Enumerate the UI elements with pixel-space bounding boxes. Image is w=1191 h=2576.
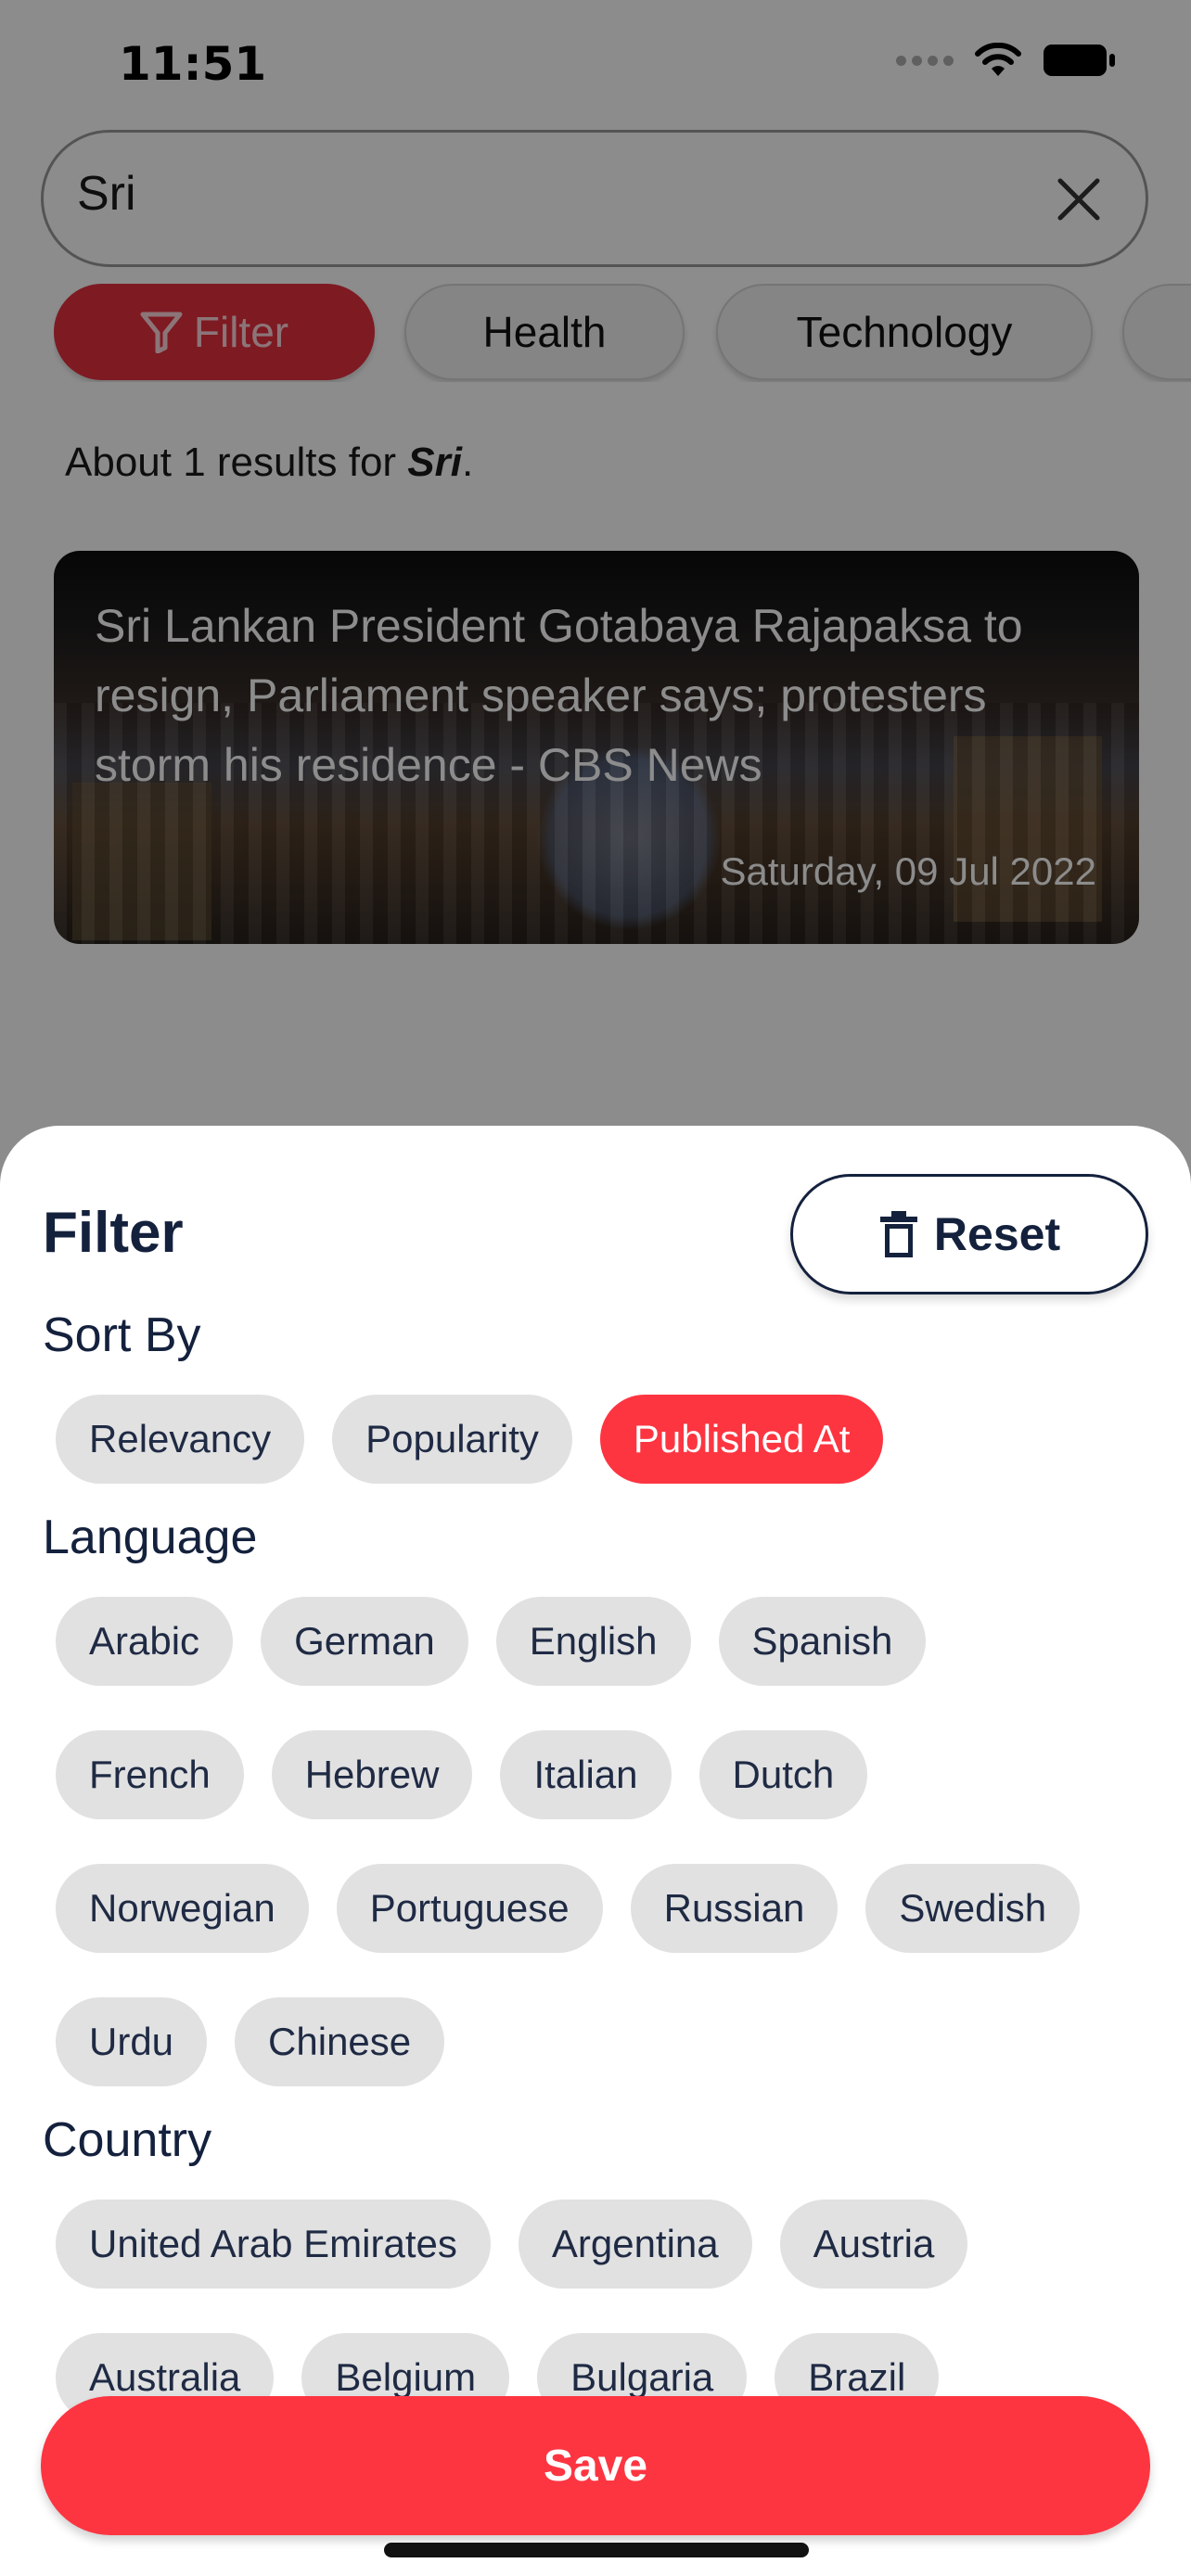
- country-options-row: United Arab Emirates Argentina Austria: [56, 2200, 968, 2289]
- language-option-norwegian[interactable]: Norwegian: [56, 1864, 309, 1953]
- country-option-austria[interactable]: Austria: [779, 2200, 968, 2289]
- language-option-english[interactable]: English: [495, 1597, 691, 1686]
- language-option-chinese[interactable]: Chinese: [235, 1997, 445, 2086]
- filter-sheet: Filter Reset Sort By Relevancy Popularit…: [0, 1126, 1191, 2576]
- sort-option-popularity[interactable]: Popularity: [332, 1395, 572, 1484]
- language-option-hebrew[interactable]: Hebrew: [271, 1730, 473, 1819]
- sort-by-label: Sort By: [43, 1308, 201, 1362]
- country-option-argentina[interactable]: Argentina: [518, 2200, 752, 2289]
- language-option-swedish[interactable]: Swedish: [865, 1864, 1081, 1953]
- language-option-italian[interactable]: Italian: [500, 1730, 672, 1819]
- language-option-russian[interactable]: Russian: [630, 1864, 839, 1953]
- home-indicator[interactable]: [384, 2543, 809, 2557]
- language-option-german[interactable]: German: [261, 1597, 468, 1686]
- country-label: Country: [43, 2113, 212, 2167]
- language-option-arabic[interactable]: Arabic: [56, 1597, 234, 1686]
- language-options-row: Norwegian Portuguese Russian Swedish: [56, 1864, 1081, 1953]
- reset-button[interactable]: Reset: [790, 1174, 1148, 1294]
- trash-icon: [879, 1211, 917, 1257]
- sort-option-published-at[interactable]: Published At: [599, 1395, 884, 1484]
- sort-option-relevancy[interactable]: Relevancy: [56, 1395, 305, 1484]
- language-options-row: Urdu Chinese: [56, 1997, 445, 2086]
- save-button[interactable]: Save: [41, 2396, 1150, 2535]
- language-option-french[interactable]: French: [56, 1730, 244, 1819]
- language-option-dutch[interactable]: Dutch: [698, 1730, 868, 1819]
- reset-label: Reset: [933, 1208, 1061, 1260]
- sheet-title: Filter: [43, 1201, 184, 1265]
- language-options-row: Arabic German English Spanish: [56, 1597, 927, 1686]
- language-options-row: French Hebrew Italian Dutch: [56, 1730, 868, 1819]
- language-option-spanish[interactable]: Spanish: [718, 1597, 927, 1686]
- language-label: Language: [43, 1511, 258, 1564]
- language-option-urdu[interactable]: Urdu: [56, 1997, 208, 2086]
- language-option-portuguese[interactable]: Portuguese: [336, 1864, 603, 1953]
- sort-by-options: Relevancy Popularity Published At: [56, 1395, 884, 1484]
- country-option-united-arab-emirates[interactable]: United Arab Emirates: [56, 2200, 491, 2289]
